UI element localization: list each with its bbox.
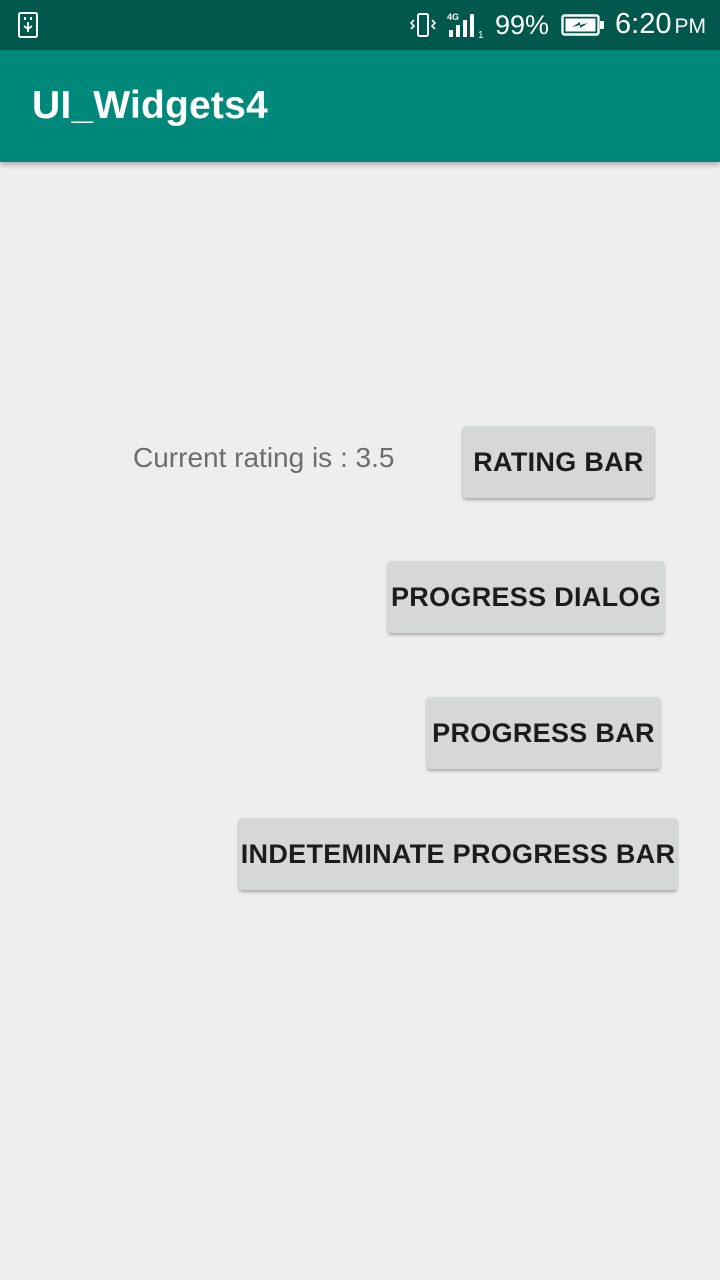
current-rating-text: Current rating is : 3.5: [133, 442, 395, 473]
app-title: UI_Widgets4: [32, 84, 268, 127]
signal-icon: 4G 1: [447, 12, 484, 39]
usb-icon: [18, 12, 38, 38]
status-bar: 4G 1 99% 6:20 PM: [0, 0, 720, 50]
status-clock: 6:20 PM: [615, 7, 706, 40]
battery-charging-icon: [561, 14, 605, 36]
rating-bar-button[interactable]: RATING BAR: [463, 426, 654, 498]
indeterminate-progress-bar-button[interactable]: INDETEMINATE PROGRESS BAR: [239, 818, 677, 890]
progress-bar-button[interactable]: PROGRESS BAR: [427, 697, 660, 769]
svg-text:1: 1: [478, 30, 484, 39]
app-bar: UI_Widgets4: [0, 50, 720, 162]
progress-dialog-button[interactable]: PROGRESS DIALOG: [388, 561, 664, 633]
vibrate-icon: [409, 13, 437, 37]
svg-text:4G: 4G: [447, 12, 459, 22]
battery-percentage: 99%: [495, 10, 550, 40]
